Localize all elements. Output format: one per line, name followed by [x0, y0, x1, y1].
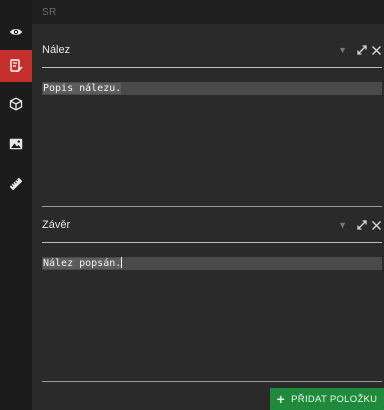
report-topbar: SR — [32, 0, 384, 24]
eye-icon — [10, 29, 22, 35]
conclusion-text-field[interactable]: Nález popsán. — [42, 257, 382, 270]
rail-item-view[interactable] — [0, 16, 32, 48]
rail-item-images[interactable] — [0, 128, 32, 160]
ruler-icon — [9, 177, 23, 191]
left-rail — [0, 0, 32, 410]
expand-icon[interactable] — [356, 219, 368, 231]
add-item-label: PŘIDAT POLOŽKU — [291, 393, 378, 405]
chevron-down-icon[interactable]: ▼ — [338, 220, 347, 230]
section-divider — [42, 242, 382, 243]
cube-icon — [9, 97, 23, 111]
chevron-down-icon[interactable]: ▼ — [338, 45, 347, 55]
section-divider — [42, 381, 382, 382]
section-title: Nález — [42, 44, 71, 56]
section-divider — [42, 206, 382, 207]
topbar-label: SR — [42, 7, 57, 18]
section-divider — [42, 67, 382, 68]
conclusion-text: Nález popsán. — [43, 258, 122, 269]
close-icon[interactable] — [371, 220, 382, 231]
rail-item-measure[interactable] — [0, 168, 32, 200]
expand-icon[interactable] — [356, 44, 368, 56]
finding-text: Popis nálezu. — [43, 83, 122, 94]
report-editor: SR Nález ▼ Popis nálezu. Závěr ▼ Nález p… — [32, 0, 384, 410]
text-cursor — [121, 257, 123, 268]
finding-text-field[interactable]: Popis nálezu. — [42, 82, 382, 95]
section-title: Závěr — [42, 219, 71, 231]
rail-item-3d[interactable] — [0, 88, 32, 120]
note-edit-icon — [9, 59, 22, 72]
plus-icon: + — [276, 391, 286, 407]
section-header-finding: Nález ▼ — [42, 42, 384, 62]
add-item-button[interactable]: + PŘIDAT POLOŽKU — [270, 388, 384, 410]
image-icon — [9, 138, 23, 150]
rail-item-report[interactable] — [0, 50, 32, 82]
close-icon[interactable] — [371, 45, 382, 56]
section-header-conclusion: Závěr ▼ — [42, 217, 384, 237]
